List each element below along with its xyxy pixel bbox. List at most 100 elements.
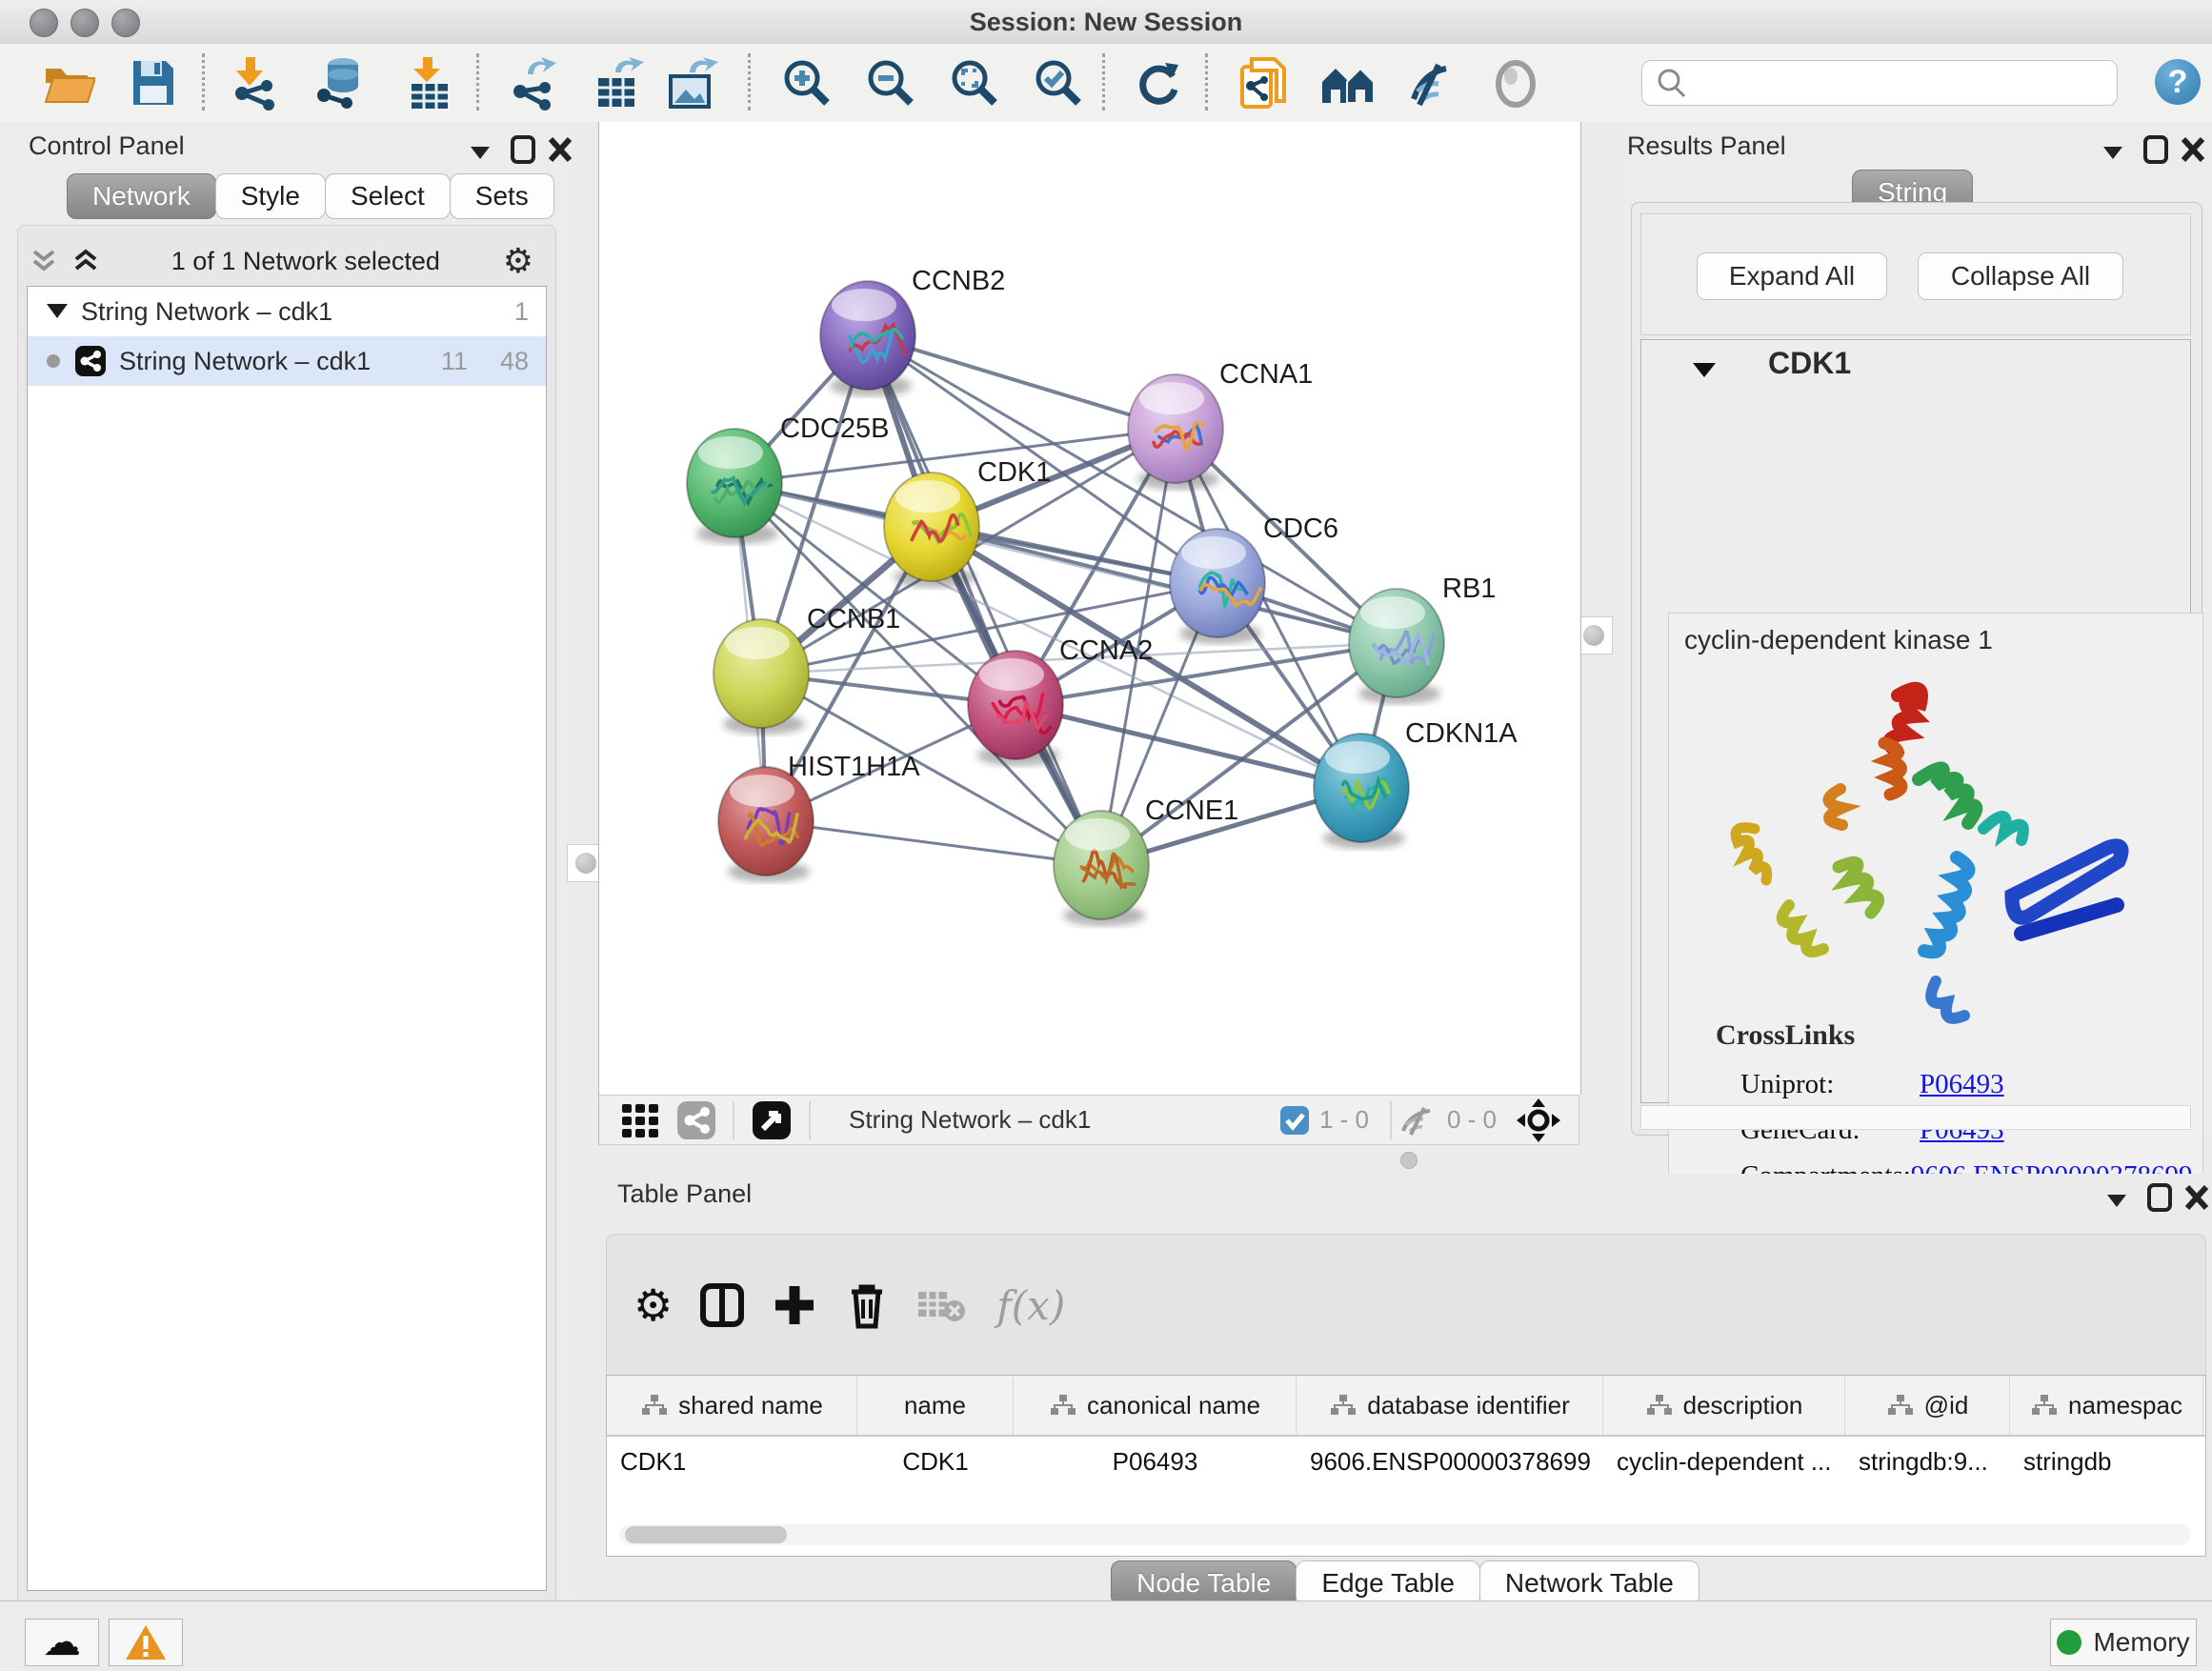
export-network-icon[interactable] xyxy=(507,57,562,111)
edge-CCNA2-CDKN1A[interactable] xyxy=(1016,705,1361,788)
node-CCNB2[interactable]: CCNB2 xyxy=(820,266,1005,396)
node-CDC6[interactable]: CDC6 xyxy=(1170,513,1338,644)
zoom-out-icon[interactable] xyxy=(865,57,918,112)
selected-checkbox-icon[interactable] xyxy=(1279,1105,1310,1136)
network-view-type-icon[interactable] xyxy=(675,1099,717,1141)
network-graph[interactable]: CCNB2CCNA1CDC25BCDK1CDC6RB1CCNB1CCNA2CDK… xyxy=(599,122,1580,1095)
node-CDKN1A[interactable]: CDKN1A xyxy=(1314,718,1518,849)
open-session-icon[interactable] xyxy=(42,57,95,109)
column-header-canonical-name[interactable]: canonical name xyxy=(1014,1376,1297,1435)
column-type-icon xyxy=(2030,1393,2059,1418)
delete-table-icon[interactable] xyxy=(915,1284,968,1326)
expand-all-icon[interactable] xyxy=(67,246,109,276)
tab-style[interactable]: Style xyxy=(215,173,326,219)
panel-menu-icon[interactable] xyxy=(2101,1189,2134,1212)
column-header-shared-name[interactable]: shared name xyxy=(607,1376,857,1435)
edge-count: 48 xyxy=(500,347,529,376)
node-label: CDC6 xyxy=(1263,513,1338,544)
column-header-name[interactable]: name xyxy=(857,1376,1014,1435)
tab-node-table[interactable]: Node Table xyxy=(1111,1560,1297,1606)
table-horizontal-scrollbar[interactable] xyxy=(619,1524,2191,1545)
horizontal-splitter-handle[interactable] xyxy=(1400,1152,1418,1169)
edge-HIST1H1A-CCNE1[interactable] xyxy=(766,821,1101,865)
delete-column-icon[interactable] xyxy=(844,1280,890,1330)
toolbar-separator xyxy=(1205,53,1208,111)
search-box[interactable] xyxy=(1641,60,2118,106)
birdseye-view-icon[interactable] xyxy=(750,1098,794,1142)
search-input[interactable] xyxy=(1692,68,2117,99)
import-table-icon[interactable] xyxy=(404,57,455,111)
node-label: CDK1 xyxy=(977,457,1051,488)
crosslink-row: Uniprot:P06493 xyxy=(1740,1061,2188,1107)
column-header-database-identifier[interactable]: database identifier xyxy=(1297,1376,1603,1435)
panel-menu-icon[interactable] xyxy=(465,141,497,164)
edge-CCNB2-CCNE1[interactable] xyxy=(868,335,1101,865)
results-panel-title: Results Panel xyxy=(1627,131,1786,161)
hide-selected-icon[interactable] xyxy=(1404,57,1458,111)
panel-float-icon[interactable] xyxy=(507,133,539,166)
protein-structure-image xyxy=(1698,667,2164,1048)
table-type-tabs: Node TableEdge TableNetwork Table xyxy=(598,1560,2212,1606)
cloud-icon: ☁ xyxy=(43,1621,81,1664)
hidden-eye-icon[interactable] xyxy=(1398,1104,1438,1137)
node-CDK1[interactable]: CDK1 xyxy=(884,457,1051,588)
grid-view-icon[interactable] xyxy=(620,1100,662,1140)
gear-icon[interactable]: ⚙ xyxy=(633,1279,673,1331)
show-all-icon[interactable] xyxy=(1490,57,1541,111)
column-header-namespac[interactable]: namespac xyxy=(2010,1376,2203,1435)
import-network-icon[interactable] xyxy=(229,57,284,111)
export-table-icon[interactable] xyxy=(593,57,646,111)
tab-network[interactable]: Network xyxy=(67,173,216,219)
tab-sets[interactable]: Sets xyxy=(450,173,554,219)
zoom-selected-icon[interactable] xyxy=(1033,57,1086,112)
network-row[interactable]: String Network – cdk1 11 48 xyxy=(28,336,546,386)
network-collection-row[interactable]: String Network – cdk1 1 xyxy=(28,287,546,336)
crosslink-value-link[interactable]: P06493 xyxy=(1920,1069,2004,1100)
node-CCNE1[interactable]: CCNE1 xyxy=(1054,795,1238,926)
save-session-icon[interactable] xyxy=(130,57,177,109)
node-CCNA2[interactable]: CCNA2 xyxy=(968,635,1153,766)
fit-content-crosshair-icon[interactable] xyxy=(1516,1097,1561,1143)
zoom-in-icon[interactable] xyxy=(781,57,835,112)
help-icon[interactable]: ? xyxy=(2155,59,2201,105)
collapse-all-icon[interactable] xyxy=(25,246,67,276)
function-builder-icon[interactable]: f(x) xyxy=(996,1282,1065,1329)
column-header-label: shared name xyxy=(678,1391,823,1420)
network-canvas[interactable]: CCNB2CCNA1CDC25BCDK1CDC6RB1CCNB1CCNA2CDK… xyxy=(598,122,1581,1095)
panel-float-icon[interactable] xyxy=(2140,133,2172,166)
column-header-label: canonical name xyxy=(1087,1391,1260,1420)
toolbar-separator xyxy=(1390,1101,1392,1139)
node-RB1[interactable]: RB1 xyxy=(1349,574,1496,704)
panel-close-icon[interactable] xyxy=(2178,133,2208,166)
cloud-status-button[interactable]: ☁ xyxy=(25,1619,99,1666)
node-HIST1H1A[interactable]: HIST1H1A xyxy=(718,752,920,882)
expand-all-button[interactable]: Expand All xyxy=(1697,252,1887,300)
tab-select[interactable]: Select xyxy=(325,173,451,219)
network-state-dot xyxy=(47,354,60,368)
scrollbar-thumb[interactable] xyxy=(625,1526,787,1543)
tab-network-table[interactable]: Network Table xyxy=(1479,1560,1699,1606)
refresh-icon[interactable] xyxy=(1133,57,1184,111)
export-image-icon[interactable] xyxy=(665,57,718,111)
collapse-all-button[interactable]: Collapse All xyxy=(1918,252,2123,300)
control-panel-tabs: NetworkStyleSelectSets xyxy=(67,173,554,219)
panel-float-icon[interactable] xyxy=(2143,1181,2176,1214)
panel-menu-icon[interactable] xyxy=(2098,141,2130,164)
import-network-database-icon[interactable] xyxy=(314,57,370,111)
add-column-icon[interactable] xyxy=(770,1280,819,1330)
panel-close-icon[interactable] xyxy=(2182,1181,2212,1214)
column-header--id[interactable]: @id xyxy=(1845,1376,2010,1435)
section-collapse-icon[interactable] xyxy=(1687,357,1721,382)
table-row[interactable]: CDK1CDK1P064939606.ENSP00000378699cyclin… xyxy=(607,1437,2205,1486)
memory-button[interactable]: Memory xyxy=(2050,1619,2197,1666)
show-columns-icon[interactable] xyxy=(697,1280,747,1330)
clone-network-icon[interactable] xyxy=(1238,57,1292,112)
warnings-button[interactable] xyxy=(109,1619,183,1666)
zoom-fit-icon[interactable] xyxy=(949,57,1002,112)
tab-edge-table[interactable]: Edge Table xyxy=(1296,1560,1480,1606)
column-header-description[interactable]: description xyxy=(1603,1376,1845,1435)
gear-icon[interactable]: ⚙ xyxy=(503,241,533,281)
first-neighbors-icon[interactable] xyxy=(1320,57,1377,111)
tree-expand-icon[interactable] xyxy=(28,300,81,323)
table-cell: stringdb:9... xyxy=(1845,1437,2010,1486)
